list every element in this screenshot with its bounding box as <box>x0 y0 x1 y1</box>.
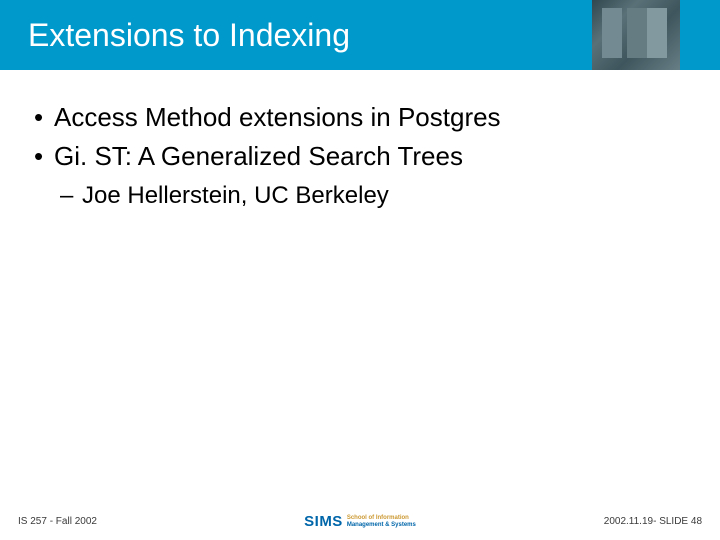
sub-bullet-1: Joe Hellerstein, UC Berkeley <box>30 182 690 210</box>
slide-header: Extensions to Indexing <box>0 0 720 70</box>
bullet-2: Gi. ST: A Generalized Search Trees <box>30 139 690 174</box>
footer-logo-area: SIMS School of Information Management & … <box>246 513 474 530</box>
slide-footer: IS 257 - Fall 2002 SIMS School of Inform… <box>0 513 720 530</box>
sims-logo-subtext: School of Information Management & Syste… <box>347 515 416 528</box>
sims-line2: Management & Systems <box>347 522 416 528</box>
sims-logo: SIMS School of Information Management & … <box>304 513 416 530</box>
footer-course: IS 257 - Fall 2002 <box>18 516 246 527</box>
footer-date-slide: 2002.11.19- SLIDE 48 <box>474 516 702 527</box>
sims-logo-text: SIMS <box>304 513 343 530</box>
slide-title: Extensions to Indexing <box>28 17 350 54</box>
header-decorative-image <box>592 0 680 70</box>
slide-content: Access Method extensions in Postgres Gi.… <box>0 70 720 210</box>
bullet-1: Access Method extensions in Postgres <box>30 100 690 135</box>
